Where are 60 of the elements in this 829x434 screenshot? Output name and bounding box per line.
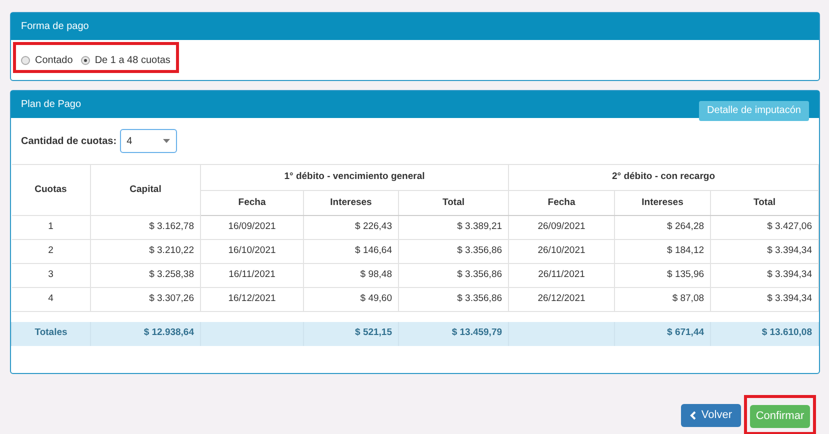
table-cell: 16/11/2021 <box>228 269 276 280</box>
group-header: 1° débito - vencimiento general <box>284 171 425 182</box>
column-header: Fecha <box>238 196 266 208</box>
table-cell: 26/10/2021 <box>538 245 586 256</box>
panel-title: Forma de pago <box>21 20 89 34</box>
total-cell: $ 13.610,08 <box>762 327 812 338</box>
field-label: Cantidad de cuotas: <box>21 134 117 148</box>
column-header: Fecha <box>548 196 576 208</box>
group-header: 2° débito - con recargo <box>612 171 716 182</box>
confirm-button[interactable]: Confirmar <box>750 404 810 428</box>
table-cell: 16/12/2021 <box>228 293 276 304</box>
table-cell: 26/12/2021 <box>538 293 586 304</box>
table-cell: 26/11/2021 <box>538 269 585 280</box>
table-cell: $ 3.258,38 <box>149 269 194 280</box>
back-button[interactable]: Volver <box>681 404 741 427</box>
column-header: Total <box>754 196 776 208</box>
chevron-left-icon <box>690 410 696 420</box>
column-header: Total <box>442 196 464 208</box>
total-cell: $ 12.938,64 <box>144 327 194 338</box>
radio-button[interactable] <box>80 56 90 64</box>
table-cell: $ 3.356,86 <box>457 245 502 256</box>
table-cell: $ 3.162,78 <box>149 221 194 232</box>
option-label: Contado <box>35 54 73 68</box>
table-cell: $ 3.307,26 <box>149 293 194 304</box>
table-cell: $ 98,48 <box>360 269 392 280</box>
table-cell: 16/10/2021 <box>228 245 276 256</box>
table-cell: 4 <box>48 293 54 304</box>
table-cell: $ 87,08 <box>672 293 704 304</box>
panel-title: Plan de Pago <box>21 98 82 112</box>
table-cell: $ 3.394,34 <box>767 245 812 256</box>
table-cell: 26/09/2021 <box>538 221 586 232</box>
table-cell: 2 <box>48 245 54 256</box>
table-cell: 1 <box>48 221 54 232</box>
table-cell: $ 3.356,86 <box>457 269 502 280</box>
column-header: Intereses <box>330 196 372 208</box>
table-cell: $ 3.389,21 <box>457 221 502 232</box>
table-cell: $ 184,12 <box>667 245 704 256</box>
table-cell: $ 49,60 <box>360 293 392 304</box>
column-header: Intereses <box>642 196 684 208</box>
table-cell: $ 3.210,22 <box>149 245 194 256</box>
option-label: De 1 a 48 cuotas <box>94 54 170 68</box>
total-cell: $ 521,15 <box>355 327 392 338</box>
table-cell: $ 3.356,86 <box>457 293 502 304</box>
table-cell: $ 135,96 <box>667 269 704 280</box>
table-cell: 3 <box>48 269 54 280</box>
table-cell: $ 264,28 <box>667 221 704 232</box>
column-header: Cuotas <box>34 184 67 195</box>
table-cell: $ 3.394,34 <box>767 293 812 304</box>
caret-icon <box>162 139 170 143</box>
table-cell: $ 3.394,34 <box>767 269 812 280</box>
table-cell: $ 146,64 <box>355 245 392 256</box>
total-cell: $ 13.459,79 <box>452 327 502 338</box>
row-label: Totales <box>34 327 68 338</box>
table-cell: $ 3.427,06 <box>767 221 812 232</box>
column-header: Capital <box>130 184 162 195</box>
table-cell: $ 226,43 <box>355 221 392 232</box>
total-cell: $ 671,44 <box>667 327 704 338</box>
radio-button[interactable] <box>21 56 30 64</box>
installments-dropdown[interactable]: 4 <box>120 129 177 153</box>
table-cell: 16/09/2021 <box>228 221 276 232</box>
